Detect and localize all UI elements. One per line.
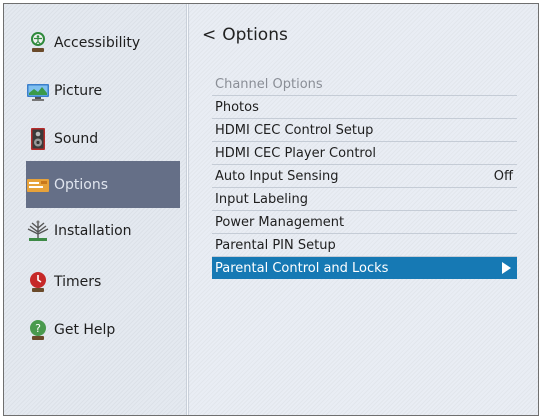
option-label: Power Management [215, 214, 345, 230]
back-chevron-icon[interactable]: < [202, 25, 216, 45]
sidebar-item-installation[interactable]: Installation [26, 216, 176, 246]
svg-text:?: ? [35, 322, 41, 335]
settings-sidebar: Accessibility Picture Sound Options Inst… [4, 4, 186, 415]
tv-settings-window: Accessibility Picture Sound Options Inst… [3, 3, 539, 416]
option-auto-input-sensing[interactable]: Auto Input Sensing Off [212, 165, 517, 188]
timer-icon [30, 272, 46, 292]
sidebar-item-label: Options [54, 176, 109, 193]
option-value: Off [493, 168, 513, 184]
sidebar-item-accessibility[interactable]: Accessibility [26, 28, 176, 58]
option-label: Parental PIN Setup [215, 237, 336, 253]
option-power-management[interactable]: Power Management [212, 211, 517, 234]
option-label: Auto Input Sensing [215, 168, 339, 184]
option-hdmi-cec-player-control[interactable]: HDMI CEC Player Control [212, 142, 517, 165]
sidebar-item-picture[interactable]: Picture [26, 76, 176, 106]
page-title-text: Options [222, 25, 288, 45]
page-title: < Options [202, 25, 288, 45]
sidebar-item-get-help[interactable]: ? Get Help [26, 315, 176, 345]
sidebar-item-label: Timers [54, 274, 102, 290]
option-parental-pin-setup[interactable]: Parental PIN Setup [212, 234, 517, 257]
options-list: Channel Options Photos HDMI CEC Control … [212, 73, 517, 279]
sidebar-item-label: Picture [54, 83, 103, 99]
sidebar-item-timers[interactable]: Timers [26, 267, 176, 297]
option-hdmi-cec-control-setup[interactable]: HDMI CEC Control Setup [212, 119, 517, 142]
sidebar-item-label: Accessibility [54, 35, 141, 51]
option-label: Parental Control and Locks [215, 260, 389, 276]
option-label: Input Labeling [215, 191, 308, 207]
options-icon [27, 178, 49, 192]
option-label: Channel Options [215, 76, 323, 92]
antenna-icon [27, 220, 49, 241]
picture-monitor-icon [27, 84, 49, 101]
option-input-labeling[interactable]: Input Labeling [212, 188, 517, 211]
help-icon: ? [30, 320, 46, 340]
submenu-arrow-icon [502, 262, 511, 274]
sidebar-item-sound[interactable]: Sound [26, 124, 176, 154]
option-photos[interactable]: Photos [212, 96, 517, 119]
sidebar-item-label: Installation [54, 223, 132, 239]
sidebar-item-label: Sound [54, 131, 99, 147]
option-label: HDMI CEC Player Control [215, 145, 377, 161]
option-label: Photos [215, 99, 259, 115]
option-parental-control-and-locks[interactable]: Parental Control and Locks [212, 257, 517, 279]
speaker-icon [31, 128, 45, 150]
option-channel-options: Channel Options [212, 73, 517, 96]
sidebar-item-label: Get Help [54, 322, 116, 338]
option-label: HDMI CEC Control Setup [215, 122, 374, 138]
accessibility-icon [31, 32, 45, 52]
sidebar-item-options[interactable]: Options [26, 161, 180, 208]
options-panel: < Options Channel Options Photos HDMI CEC… [189, 4, 538, 415]
